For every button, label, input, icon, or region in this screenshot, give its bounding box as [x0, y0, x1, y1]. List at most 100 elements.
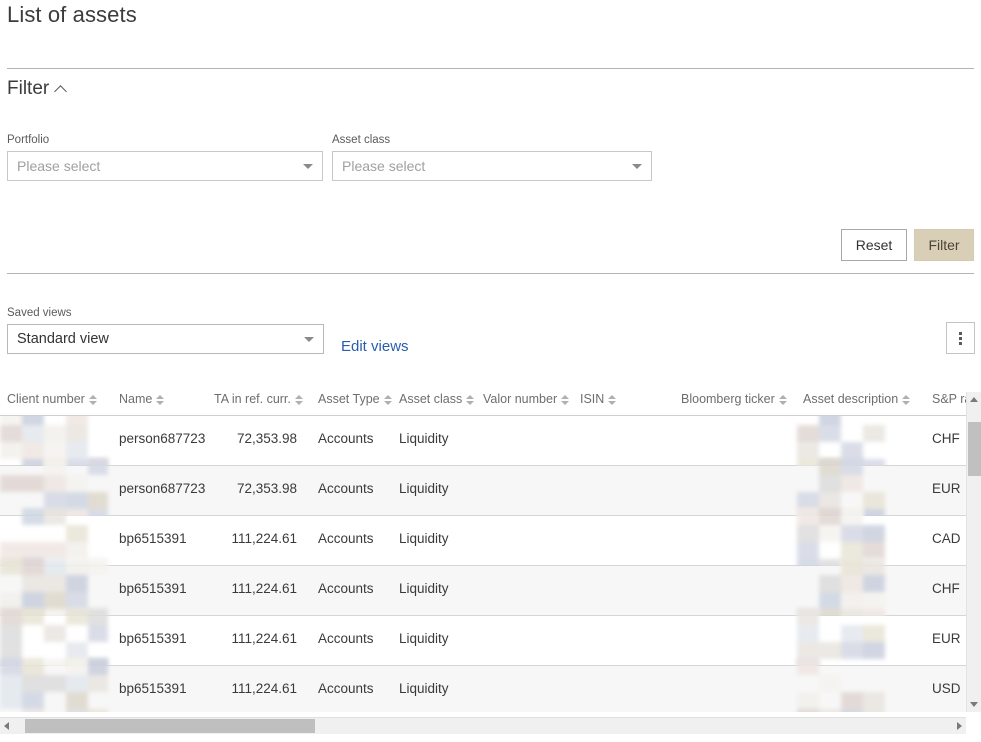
scroll-right-arrow-icon[interactable] [957, 722, 962, 730]
scroll-down-arrow-icon[interactable] [970, 702, 978, 707]
redaction-block [863, 692, 885, 709]
filter-button[interactable]: Filter [914, 229, 974, 261]
redaction-block [841, 575, 863, 592]
asset-class-label: Asset class [332, 134, 391, 146]
column-header-isin[interactable]: ISIN [580, 392, 617, 406]
sort-toggle-icon[interactable] [156, 394, 165, 405]
table-row[interactable]: person687723 72,353.98 Accounts Liquidity CH… [0, 416, 966, 474]
redaction-block [66, 592, 88, 609]
page-title: List of assets [7, 2, 137, 27]
horizontal-scrollbar[interactable] [0, 718, 966, 734]
column-header-label: Asset class [399, 392, 463, 406]
redaction-block [22, 416, 44, 425]
redaction-block [841, 642, 863, 659]
table-row[interactable]: bp6515391 111,224.61 Accounts Liquidity EUR [0, 608, 966, 674]
kebab-menu-button[interactable] [946, 322, 975, 354]
redaction-block [819, 492, 841, 509]
sort-toggle-icon[interactable] [466, 394, 475, 405]
column-header-asset_class[interactable]: Asset class [399, 392, 475, 406]
table-row[interactable]: bp6515391 111,224.61 Accounts Liquidity CAD [0, 508, 966, 574]
cell-name: bp6515391 [119, 531, 187, 546]
cell-asset_class: Liquidity [399, 581, 449, 596]
redaction-block [863, 709, 885, 712]
redaction-block [44, 492, 66, 509]
redaction-block [819, 675, 841, 692]
column-header-client_number[interactable]: Client number [7, 392, 97, 406]
sort-toggle-icon[interactable] [383, 394, 392, 405]
redaction-block [841, 692, 863, 709]
column-header-bloomberg_ticker[interactable]: Bloomberg ticker [681, 392, 787, 406]
chevron-down-icon [304, 337, 314, 342]
sort-toggle-icon[interactable] [88, 394, 97, 405]
redaction-block [841, 625, 863, 642]
vertical-scrollbar[interactable] [966, 392, 981, 712]
scroll-up-arrow-icon[interactable] [970, 397, 978, 402]
table-row[interactable]: bp6515391 111,224.61 Accounts Liquidity USD [0, 658, 966, 712]
asset-description-redacted [797, 608, 885, 674]
saved-views-value: Standard view [17, 331, 109, 347]
cell-asset_type: Accounts [318, 581, 374, 596]
table-row[interactable]: person687723 72,353.98 Accounts Liquidity EU… [0, 458, 966, 524]
cell-ta_ref_curr: 111,224.61 [231, 581, 297, 596]
asset-description-redacted [797, 558, 885, 624]
cell-name: person687723 [119, 481, 206, 496]
redaction-block [0, 625, 22, 642]
column-header-label: ISIN [580, 392, 605, 406]
redaction-block [22, 709, 44, 712]
column-header-label: Client number [7, 392, 85, 406]
scroll-left-arrow-icon[interactable] [4, 722, 9, 730]
redaction-block [819, 425, 841, 442]
redaction-block [797, 642, 819, 659]
column-header-name[interactable]: Name [119, 392, 165, 406]
portfolio-select[interactable]: Please select [7, 151, 323, 181]
cell-asset_type: Accounts [318, 681, 374, 696]
sort-toggle-icon[interactable] [778, 394, 787, 405]
table-row[interactable]: bp6515391 111,224.61 Accounts Liquidity CHF [0, 558, 966, 624]
horizontal-scroll-thumb[interactable] [25, 719, 316, 733]
redaction-block [66, 642, 88, 659]
vertical-scroll-thumb[interactable] [968, 422, 981, 476]
portfolio-field: Portfolio Please select [7, 133, 323, 181]
reset-button[interactable]: Reset [841, 229, 907, 261]
sort-toggle-icon[interactable] [294, 394, 303, 405]
column-header-asset_type[interactable]: Asset Type [318, 392, 392, 406]
edit-views-link[interactable]: Edit views [341, 338, 409, 355]
redaction-block [44, 625, 66, 642]
cell-asset_type: Accounts [318, 631, 374, 646]
redaction-block [66, 575, 88, 592]
redaction-block [66, 425, 88, 442]
redaction-block [0, 675, 22, 692]
column-header-asset_description[interactable]: Asset description [803, 392, 911, 406]
redaction-block [66, 709, 88, 712]
redaction-block [841, 442, 863, 459]
column-header-label: Asset Type [318, 392, 380, 406]
redaction-block [66, 442, 88, 459]
redaction-block [66, 416, 88, 425]
saved-views-select[interactable]: Standard view [7, 324, 324, 354]
column-header-valor_number[interactable]: Valor number [483, 392, 570, 406]
sort-toggle-icon[interactable] [608, 394, 617, 405]
redaction-block [863, 425, 885, 442]
redaction-block [22, 442, 44, 459]
cell-asset_type: Accounts [318, 531, 374, 546]
filter-section-toggle[interactable]: Filter [7, 78, 68, 100]
redaction-block [863, 592, 885, 609]
sort-toggle-icon[interactable] [902, 394, 911, 405]
cell-ta_ref_curr: 111,224.61 [231, 531, 297, 546]
portfolio-select-value: Please select [17, 158, 101, 174]
cell-name: bp6515391 [119, 681, 187, 696]
column-header-ta_ref_curr[interactable]: TA in ref. curr. [214, 392, 303, 406]
redaction-block [863, 642, 885, 659]
kebab-dot [959, 336, 962, 340]
cell-asset_class: Liquidity [399, 631, 449, 646]
redaction-block [88, 675, 108, 692]
cell-sp_rating: CHF [932, 581, 960, 596]
redaction-block [0, 475, 22, 492]
sort-toggle-icon[interactable] [561, 394, 570, 405]
asset-description-redacted [797, 508, 885, 574]
asset-class-select[interactable]: Please select [332, 151, 652, 181]
redaction-block [819, 642, 841, 659]
filter-heading: Filter [7, 78, 50, 99]
cell-sp_rating: USD [932, 681, 961, 696]
table-body: person687723 72,353.98 Accounts Liquidity CH… [0, 416, 981, 712]
